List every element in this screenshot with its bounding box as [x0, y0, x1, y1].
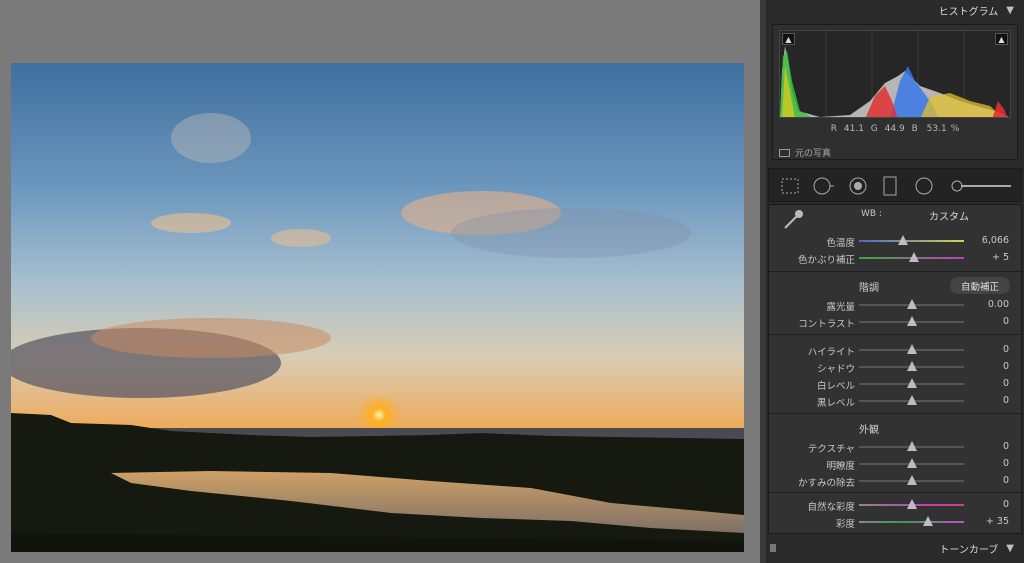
histogram-title: ヒストグラム: [938, 6, 999, 18]
highlight-clip-icon[interactable]: ▲: [995, 33, 1008, 45]
adjustment-brush-icon[interactable]: [949, 176, 1013, 196]
auto-tone-button[interactable]: 自動補正: [950, 277, 1010, 294]
sunset-photo[interactable]: [11, 63, 744, 552]
temp-slider[interactable]: 色温度 6,066: [769, 233, 1023, 249]
slider-thumb[interactable]: [906, 475, 917, 485]
histogram-box: ▲ ▲ R 41.1 G 44.9 B 53.1% 元の写真: [772, 24, 1018, 160]
saturation-slider[interactable]: 彩度 + 35: [769, 514, 1023, 530]
panel-switch-icon[interactable]: [770, 544, 776, 552]
vibrance-slider[interactable]: 自然な彩度 0: [769, 497, 1023, 513]
g-value: 44.9: [884, 124, 905, 134]
slider-thumb[interactable]: [906, 378, 917, 388]
slider-thumb[interactable]: [898, 235, 909, 245]
presence-title: 外観: [859, 425, 879, 436]
slider-thumb[interactable]: [908, 252, 919, 262]
tint-slider[interactable]: 色かぶり補正 + 5: [769, 250, 1023, 266]
slider-thumb[interactable]: [923, 516, 934, 526]
basic-panel: WB : カスタム 色温度 6,066 色かぶり補正 + 5 階調 自動補正 露光量…: [768, 204, 1023, 534]
triangle-down-icon[interactable]: ▼: [1006, 543, 1014, 554]
contrast-slider[interactable]: コントラスト 0: [769, 314, 1023, 330]
slider-thumb[interactable]: [906, 316, 917, 326]
blacks-slider[interactable]: 黒レベル 0: [769, 393, 1023, 409]
highlights-slider[interactable]: ハイライト 0: [769, 342, 1023, 358]
spot-removal-icon[interactable]: [813, 176, 835, 196]
slider-thumb[interactable]: [906, 395, 917, 405]
slider-thumb[interactable]: [906, 499, 917, 509]
slider-thumb[interactable]: [906, 458, 917, 468]
radial-filter-icon[interactable]: [913, 176, 935, 196]
b-value: 53.1: [926, 124, 947, 134]
triangle-down-icon[interactable]: ▼: [1006, 5, 1014, 16]
checkbox-icon[interactable]: [779, 148, 790, 157]
tone-curve-title: トーンカーブ: [939, 544, 999, 556]
wb-label: WB :: [861, 209, 882, 219]
histogram-graph[interactable]: ▲ ▲: [779, 30, 1011, 118]
rgb-readout: R 41.1 G 44.9 B 53.1%: [830, 124, 960, 134]
tone-curve-header[interactable]: トーンカーブ ▼: [766, 538, 1024, 558]
wb-select[interactable]: カスタム: [929, 208, 969, 223]
red-eye-icon[interactable]: [847, 176, 869, 196]
shadow-clip-icon[interactable]: ▲: [782, 33, 795, 45]
r-value: 41.1: [843, 124, 864, 134]
slider-thumb[interactable]: [906, 441, 917, 451]
original-photo-toggle[interactable]: 元の写真: [779, 146, 831, 159]
exposure-slider[interactable]: 露光量 0.00: [769, 297, 1023, 313]
eyedropper-icon[interactable]: [781, 208, 805, 232]
slider-thumb[interactable]: [906, 344, 917, 354]
texture-slider[interactable]: テクスチャ 0: [769, 439, 1023, 455]
dehaze-slider[interactable]: かすみの除去 0: [769, 473, 1023, 489]
graduated-filter-icon[interactable]: [879, 176, 901, 196]
develop-panel: ヒストグラム ▼ ▲ ▲ R 41.1 G 44.9 B 53.1 % 元の写真…: [766, 0, 1024, 563]
tone-title: 階調: [859, 283, 879, 294]
tool-strip: [768, 168, 1022, 202]
shadows-slider[interactable]: シャドウ 0: [769, 359, 1023, 375]
histogram-header[interactable]: ヒストグラム ▼: [766, 0, 1024, 20]
slider-thumb[interactable]: [906, 299, 917, 309]
slider-thumb[interactable]: [906, 361, 917, 371]
photo-canvas[interactable]: [0, 0, 760, 563]
whites-slider[interactable]: 白レベル 0: [769, 376, 1023, 392]
crop-icon[interactable]: [779, 176, 801, 196]
clarity-slider[interactable]: 明瞭度 0: [769, 456, 1023, 472]
